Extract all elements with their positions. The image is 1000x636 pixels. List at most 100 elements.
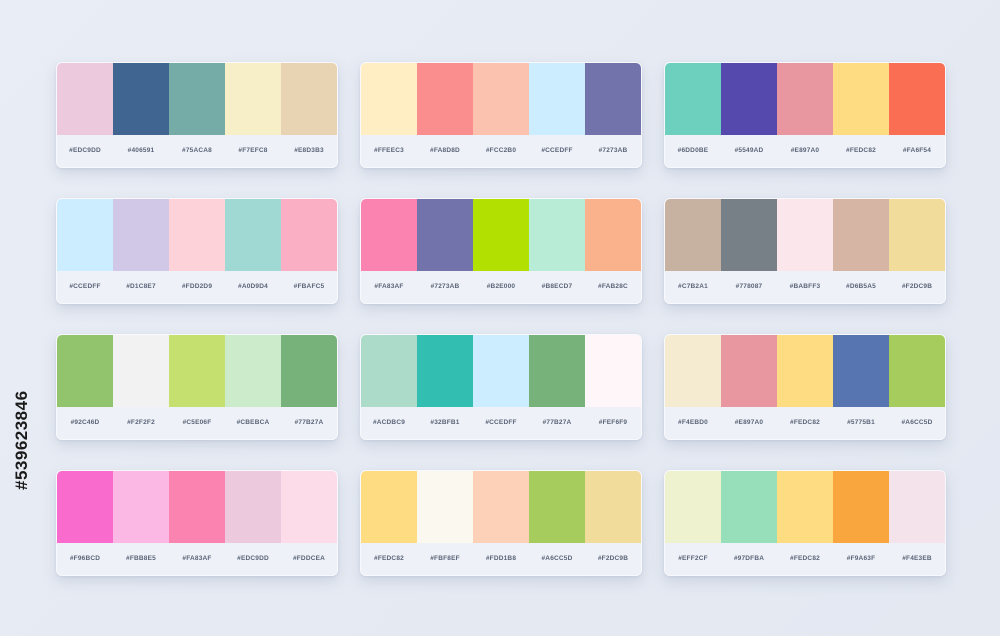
color-swatch [889, 63, 945, 135]
color-code-label: #F2DC9B [901, 283, 933, 290]
color-code-label: #F96BCD [69, 555, 101, 562]
color-swatch [777, 63, 833, 135]
color-swatch [833, 471, 889, 543]
color-code-label: #7273AB [430, 283, 460, 290]
swatch-row [57, 63, 337, 135]
swatch-row [57, 199, 337, 271]
color-code-label: #CBEBCA [236, 419, 270, 426]
swatch-row [361, 199, 641, 271]
color-swatch [529, 471, 585, 543]
code-row: #F4EBD0 #E897A0 #FEDC82 #5775B1 #A6CC5D [665, 407, 945, 439]
code-row: #FA83AF #7273AB #B2E000 #B8ECD7 #FAB28C [361, 271, 641, 303]
code-row: #EFF2CF #97DFBA #FEDC82 #F9A63F #F4E3EB [665, 543, 945, 575]
color-swatch [665, 335, 721, 407]
color-swatch [281, 335, 337, 407]
color-swatch [721, 199, 777, 271]
color-code-label: #E897A0 [734, 419, 764, 426]
color-swatch [833, 63, 889, 135]
color-code-label: #FFEEC3 [374, 147, 404, 154]
color-swatch [529, 199, 585, 271]
code-row: #ACDBC9 #32BFB1 #CCEDFF #77B27A #FEF6F9 [361, 407, 641, 439]
color-swatch [281, 199, 337, 271]
color-swatch [113, 471, 169, 543]
color-code-label: #5549AD [734, 147, 764, 154]
color-code-label: #CCEDFF [485, 419, 517, 426]
color-swatch [57, 63, 113, 135]
code-row: #EDC9DD #406591 #75ACA8 #F7EFC8 #E8D3B3 [57, 135, 337, 167]
color-code-label: #B8ECD7 [541, 283, 573, 290]
color-code-label: #FA83AF [374, 283, 404, 290]
color-code-label: #BABFF3 [789, 283, 821, 290]
palette-grid: #EDC9DD #406591 #75ACA8 #F7EFC8 #E8D3B3 #FFEE… [0, 0, 1000, 636]
color-code-label: #778087 [735, 283, 763, 290]
color-swatch [473, 335, 529, 407]
color-swatch [889, 471, 945, 543]
code-row: #92C46D #F2F2F2 #C5E06F #CBEBCA #77B27A [57, 407, 337, 439]
color-code-label: #75ACA8 [182, 147, 212, 154]
color-code-label: #ACDBC9 [372, 419, 406, 426]
color-code-label: #5775B1 [847, 419, 875, 426]
color-swatch [169, 471, 225, 543]
code-row: #6DD0BE #5549AD #E897A0 #FEDC82 #FA6F54 [665, 135, 945, 167]
palette-card: #C7B2A1 #778087 #BABFF3 #D6B5A5 #F2DC9B [664, 198, 946, 304]
swatch-row [665, 199, 945, 271]
color-swatch [225, 335, 281, 407]
palette-card: #F4EBD0 #E897A0 #FEDC82 #5775B1 #A6CC5D [664, 334, 946, 440]
palette-card: #92C46D #F2F2F2 #C5E06F #CBEBCA #77B27A [56, 334, 338, 440]
color-swatch [473, 471, 529, 543]
code-row: #FEDC82 #FBF8EF #FDD1B8 #A6CC5D #F2DC9B [361, 543, 641, 575]
color-swatch [529, 63, 585, 135]
swatch-row [361, 335, 641, 407]
color-code-label: #97DFBA [733, 555, 765, 562]
palette-card: #EDC9DD #406591 #75ACA8 #F7EFC8 #E8D3B3 [56, 62, 338, 168]
swatch-row [57, 335, 337, 407]
color-swatch [889, 335, 945, 407]
color-code-label: #EDC9DD [69, 147, 101, 154]
color-code-label: #FCC2B0 [485, 147, 517, 154]
color-code-label: #CCEDFF [541, 147, 573, 154]
color-code-label: #FEDC82 [846, 147, 876, 154]
color-code-label: #FEF6F9 [598, 419, 628, 426]
color-code-label: #B2E000 [486, 283, 516, 290]
color-swatch [665, 63, 721, 135]
color-code-label: #EDC9DD [237, 555, 269, 562]
color-swatch [169, 335, 225, 407]
color-swatch [721, 335, 777, 407]
color-code-label: #D6B5A5 [846, 283, 876, 290]
color-swatch [585, 471, 641, 543]
code-row: #C7B2A1 #778087 #BABFF3 #D6B5A5 #F2DC9B [665, 271, 945, 303]
color-code-label: #A6CC5D [901, 419, 933, 426]
code-row: #CCEDFF #D1C8E7 #FDD2D9 #A0D9D4 #FBAFC5 [57, 271, 337, 303]
color-swatch [665, 199, 721, 271]
color-code-label: #32BFB1 [430, 419, 460, 426]
color-code-label: #6DD0BE [677, 147, 709, 154]
palette-card: #ACDBC9 #32BFB1 #CCEDFF #77B27A #FEF6F9 [360, 334, 642, 440]
color-swatch [57, 199, 113, 271]
color-swatch [281, 471, 337, 543]
palette-card: #6DD0BE #5549AD #E897A0 #FEDC82 #FA6F54 [664, 62, 946, 168]
color-code-label: #FEDC82 [790, 419, 820, 426]
color-code-label: #FBAFC5 [293, 283, 325, 290]
color-code-label: #F2DC9B [597, 555, 629, 562]
color-code-label: #FA6F54 [902, 147, 932, 154]
swatch-row [57, 471, 337, 543]
color-swatch [777, 335, 833, 407]
color-swatch [225, 471, 281, 543]
color-swatch [585, 199, 641, 271]
color-swatch [361, 471, 417, 543]
color-swatch [113, 63, 169, 135]
swatch-row [361, 63, 641, 135]
color-code-label: #FA83AF [182, 555, 212, 562]
color-code-label: #A6CC5D [541, 555, 573, 562]
color-swatch [57, 471, 113, 543]
color-swatch [281, 63, 337, 135]
color-swatch [473, 199, 529, 271]
color-code-label: #FBF8EF [430, 555, 460, 562]
color-swatch [361, 199, 417, 271]
palette-card: #F96BCD #FBB8E5 #FA83AF #EDC9DD #FDDCEA [56, 470, 338, 576]
color-code-label: #406591 [127, 147, 155, 154]
color-swatch [529, 335, 585, 407]
color-swatch [777, 471, 833, 543]
color-swatch [585, 63, 641, 135]
color-code-label: #92C46D [70, 419, 100, 426]
